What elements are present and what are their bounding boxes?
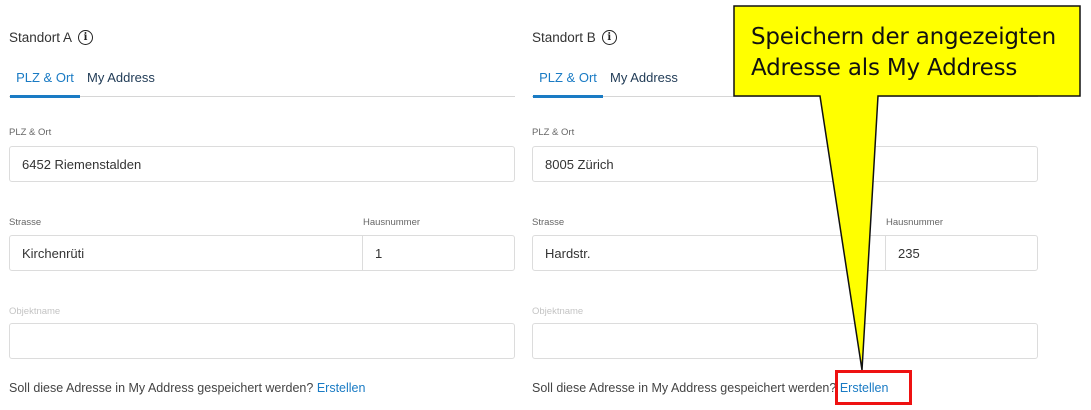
callout-text-line2: Adresse als My Address [751, 55, 1018, 81]
erstellen-highlight-box [835, 370, 912, 405]
callout-text: Speichern der angezeigten Adresse als My… [734, 22, 1080, 84]
callout-text-line1: Speichern der angezeigten [751, 24, 1056, 50]
